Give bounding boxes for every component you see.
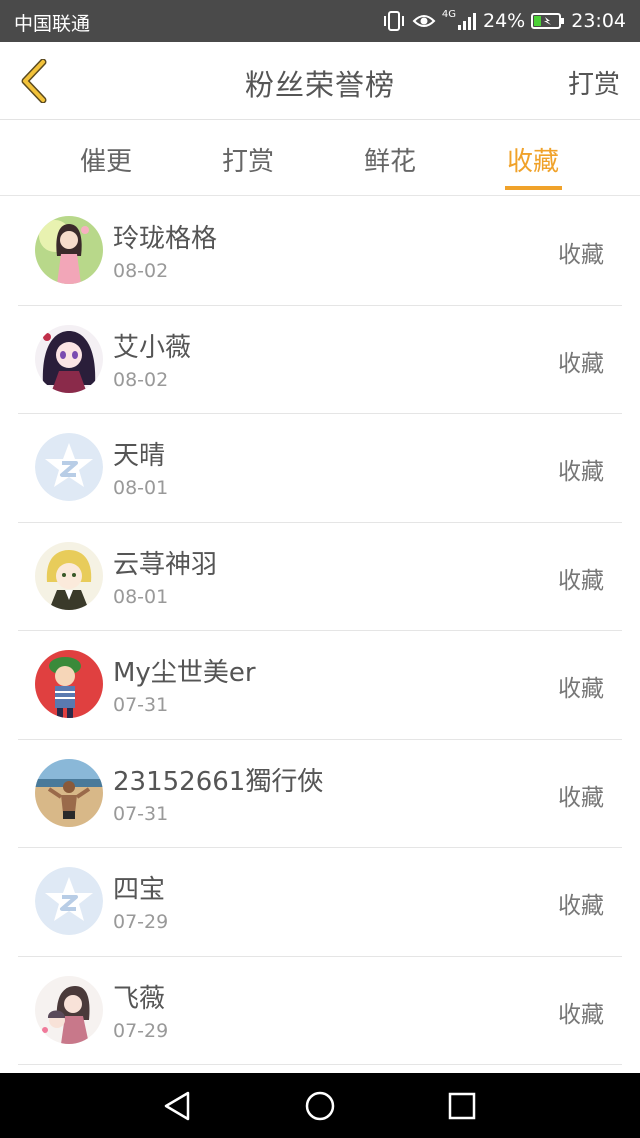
clock: 23:04	[571, 10, 626, 32]
reward-button[interactable]: 打赏	[568, 64, 620, 101]
fan-date: 07-31	[113, 694, 169, 716]
avatar	[35, 975, 103, 1044]
avatar	[35, 324, 103, 393]
fan-action: 收藏	[558, 784, 604, 811]
avatar	[35, 541, 103, 610]
fan-action: 收藏	[558, 567, 604, 594]
avatar	[35, 433, 103, 501]
carrier-label: 中国联通	[14, 13, 91, 35]
status-bar: 中国联通 4G 24% 23:04	[0, 0, 640, 42]
avatar	[35, 216, 103, 284]
fan-action: 收藏	[558, 459, 604, 485]
beach-photo-avatar-icon	[35, 758, 103, 827]
avatar	[35, 650, 103, 718]
list-item[interactable]: My尘世美er 07-31 收藏	[18, 631, 622, 740]
vibrate-icon	[383, 11, 404, 31]
list-item[interactable]: 天晴 08-01 收藏	[18, 414, 622, 523]
fan-name: 四宝	[113, 875, 166, 905]
list-item[interactable]: 玲珑格格 08-02 收藏	[18, 197, 622, 306]
list-item[interactable]: 23152661獨行俠 07-31 收藏	[18, 740, 622, 848]
list-item[interactable]: 艾小薇 08-02 收藏	[18, 306, 622, 414]
battery-charging-icon	[531, 13, 565, 29]
fan-action: 收藏	[558, 893, 604, 919]
recents-square-icon[interactable]	[445, 1089, 479, 1123]
list-item[interactable]: 四宝 07-29 收藏	[18, 848, 622, 957]
fan-name: My尘世美er	[113, 658, 256, 688]
tab-favorites[interactable]: 收藏	[473, 141, 593, 178]
signal-icon	[458, 13, 476, 30]
list-item[interactable]: 飞薇 07-29 收藏	[18, 957, 622, 1065]
avatar	[35, 867, 103, 935]
active-tab-indicator	[505, 186, 562, 190]
fan-date: 08-02	[113, 368, 169, 391]
fan-date: 07-29	[113, 1019, 169, 1042]
anime-couple-avatar-icon	[35, 975, 103, 1044]
eye-icon	[412, 15, 436, 27]
anime-boy-avatar-icon	[35, 541, 103, 610]
fan-list: 玲珑格格 08-02 收藏 艾小薇 08-02 收藏 天晴 08-01 收藏 云…	[18, 197, 622, 1065]
fan-name: 玲珑格格	[113, 224, 218, 254]
home-circle-icon[interactable]	[303, 1089, 337, 1123]
fan-name: 23152661獨行俠	[113, 766, 324, 797]
fan-date: 08-01	[113, 477, 169, 499]
back-triangle-icon[interactable]	[160, 1089, 194, 1123]
fan-action: 收藏	[558, 1001, 604, 1028]
tab-urge[interactable]: 催更	[46, 141, 166, 178]
fan-name: 云荨神羽	[113, 549, 218, 580]
girl-portrait-avatar-icon	[35, 216, 103, 284]
fan-date: 07-29	[113, 911, 169, 933]
header-bar: 粉丝荣誉榜 打赏	[0, 42, 640, 120]
fan-date: 08-02	[113, 260, 169, 282]
system-nav-bar	[0, 1073, 640, 1138]
fan-name: 天晴	[113, 441, 166, 471]
cartoon-boy-avatar-icon	[35, 650, 103, 718]
page-title: 粉丝荣誉榜	[244, 68, 395, 102]
fan-action: 收藏	[558, 350, 604, 377]
battery-percent: 24%	[483, 10, 526, 32]
fan-name: 艾小薇	[113, 332, 192, 363]
network-label: 4G	[441, 9, 456, 20]
anime-girl-avatar-icon	[35, 324, 103, 393]
avatar	[35, 758, 103, 827]
tab-bar: 催更 打赏 鲜花 收藏	[0, 121, 640, 196]
list-item[interactable]: 云荨神羽 08-01 收藏	[18, 523, 622, 631]
fan-action: 收藏	[558, 676, 604, 702]
fan-action: 收藏	[558, 242, 604, 268]
status-icons: 4G 24% 23:04	[376, 8, 626, 34]
fan-name: 飞薇	[113, 983, 166, 1014]
fan-date: 07-31	[113, 802, 169, 825]
tab-reward[interactable]: 打赏	[188, 141, 308, 178]
tab-flowers[interactable]: 鲜花	[330, 141, 450, 178]
default-star-avatar-icon	[35, 433, 103, 501]
fan-date: 08-01	[113, 585, 169, 608]
default-star-avatar-icon	[35, 867, 103, 935]
